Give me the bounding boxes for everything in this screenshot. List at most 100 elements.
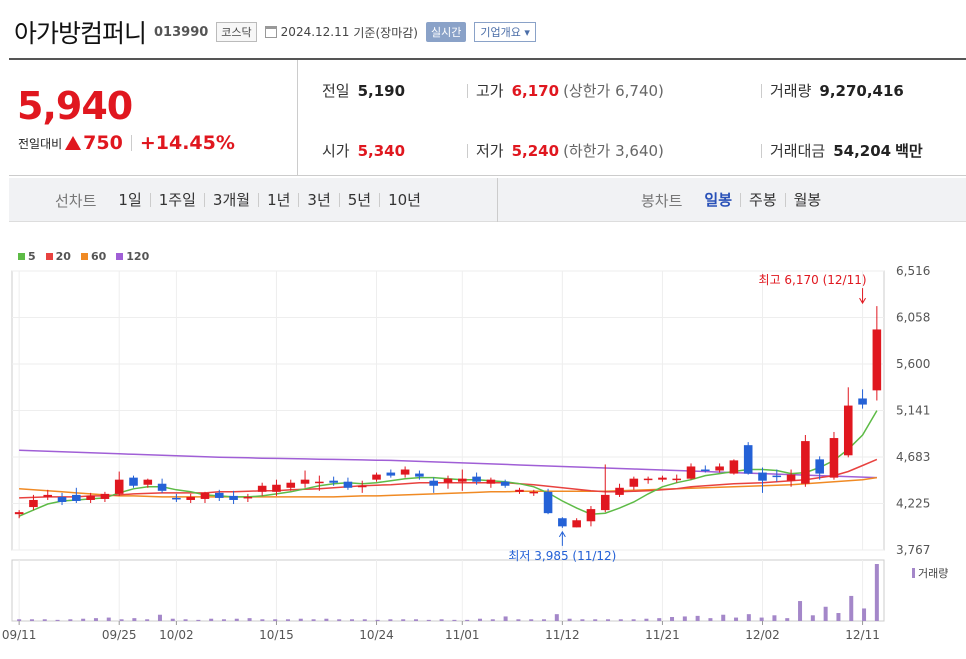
divider	[130, 135, 132, 151]
candle-body	[200, 492, 210, 499]
candle-body	[786, 474, 796, 481]
volume-bar	[401, 619, 406, 621]
volume-legend-label: 거래량	[918, 567, 948, 580]
candle-body	[858, 398, 867, 405]
x-tick-label: 10/02	[159, 628, 194, 642]
y-tick-label: 5,600	[896, 357, 930, 371]
tab-10y[interactable]: 10년	[379, 193, 429, 208]
candle-chart-tabs: 봉차트 일봉 주봉 월봉	[641, 178, 829, 222]
candle-body	[329, 480, 338, 483]
volume-bar	[209, 618, 214, 621]
candle-body	[400, 469, 410, 475]
tab-monthly[interactable]: 월봉	[784, 193, 830, 208]
volume-bar	[631, 619, 636, 621]
candle-body	[758, 472, 767, 481]
volume-bar	[785, 618, 790, 621]
price-chart[interactable]: 6,516 6,058 5,600 5,141 4,683 4,225 3,767 09/11…	[0, 255, 966, 659]
x-tick-label: 09/11	[2, 628, 37, 642]
line-chart-tabs: 선차트 1일 1주일 3개월 1년 3년 5년 10년	[55, 178, 429, 222]
candle-body	[843, 405, 853, 456]
candle-body	[615, 487, 624, 495]
volume-bar	[670, 617, 675, 621]
volume-bar	[106, 617, 111, 621]
volume-bar	[273, 619, 278, 621]
tab-1y[interactable]: 1년	[258, 193, 298, 208]
volume-bar	[298, 618, 303, 621]
volume-bar	[734, 617, 739, 621]
candle-body	[229, 495, 238, 500]
volume-bar	[426, 619, 431, 621]
volume-bar	[285, 619, 290, 621]
candle-body	[286, 482, 296, 488]
base-date: 2024.12.11	[280, 25, 350, 39]
candle-body	[257, 485, 267, 492]
stock-code: 013990	[154, 24, 209, 40]
divider	[467, 83, 468, 98]
open-price: 시가 5,340	[322, 140, 405, 161]
volume-bar	[695, 615, 700, 621]
volume-label: 거래량	[770, 82, 812, 100]
quote-panel: 5,940 전일대비 750 +14.45% 전일 5,190 고가 6,170…	[9, 58, 966, 176]
x-tick-label: 09/25	[102, 628, 137, 642]
volume-legend-swatch	[912, 568, 915, 578]
x-tick-label: 10/24	[359, 628, 394, 642]
change-label: 전일대비	[18, 136, 63, 151]
divider	[467, 143, 468, 158]
volume-bar	[337, 619, 342, 621]
volume-bar	[478, 618, 483, 621]
candle-body	[186, 496, 195, 500]
volume-bar	[81, 618, 86, 621]
volume-bar	[311, 619, 316, 621]
high-label: 고가	[476, 82, 504, 100]
realtime-button[interactable]: 실시간	[425, 22, 467, 42]
candle-body	[701, 469, 710, 472]
tab-3y[interactable]: 3년	[298, 193, 338, 208]
tab-1d[interactable]: 1일	[110, 193, 149, 208]
volume-bar	[862, 608, 867, 621]
volume-bar	[759, 617, 764, 621]
volume-bar	[618, 619, 623, 621]
low-label: 저가	[476, 142, 504, 160]
volume-bar	[606, 619, 611, 621]
volume-bar	[375, 619, 380, 621]
amount-label: 거래대금	[770, 142, 826, 160]
candle-body	[643, 478, 653, 481]
volume-bar	[42, 619, 47, 621]
candle-body	[29, 499, 38, 508]
amount-unit: 백만	[895, 142, 923, 160]
volume-frame	[11, 559, 885, 622]
y-tick-label: 4,683	[896, 450, 930, 464]
candle-body	[172, 497, 181, 500]
up-arrow-icon	[65, 136, 82, 150]
candle-body	[114, 479, 124, 494]
current-price-box: 5,940 전일대비 750 +14.45%	[9, 60, 298, 176]
candle-body	[343, 481, 353, 488]
y-tick-label: 6,516	[896, 264, 930, 278]
y-tick-label: 3,767	[896, 543, 930, 557]
candle-body	[658, 477, 667, 480]
tab-1w[interactable]: 1주일	[149, 193, 204, 208]
tab-daily[interactable]: 일봉	[696, 193, 740, 208]
candle-body	[629, 478, 639, 487]
candle-body	[801, 441, 810, 484]
volume-bar	[567, 618, 572, 621]
volume-bar	[503, 616, 508, 621]
x-tick-label: 12/11	[845, 628, 880, 642]
volume-bar	[746, 614, 751, 621]
volume-bar	[516, 619, 521, 621]
open-value: 5,340	[357, 141, 406, 160]
candle-body	[558, 518, 567, 527]
volume-bar	[798, 601, 803, 621]
tab-weekly[interactable]: 주봉	[740, 193, 785, 208]
calendar-icon	[264, 26, 277, 38]
tab-5y[interactable]: 5년	[338, 193, 379, 208]
volume-bar	[708, 618, 713, 621]
company-info-dropdown[interactable]: 기업개요 ▾	[474, 22, 536, 42]
volume-bar	[529, 619, 534, 621]
max-price-label: 최고 6,170 (12/11)	[759, 273, 867, 287]
candle-body	[572, 520, 581, 528]
tab-3m[interactable]: 3개월	[203, 193, 258, 208]
chart-period-tabs: 선차트 1일 1주일 3개월 1년 3년 5년 10년 봉차트 일봉 주봉 월봉	[9, 178, 966, 222]
volume-bar	[145, 619, 150, 621]
tab-group-divider	[497, 178, 498, 222]
